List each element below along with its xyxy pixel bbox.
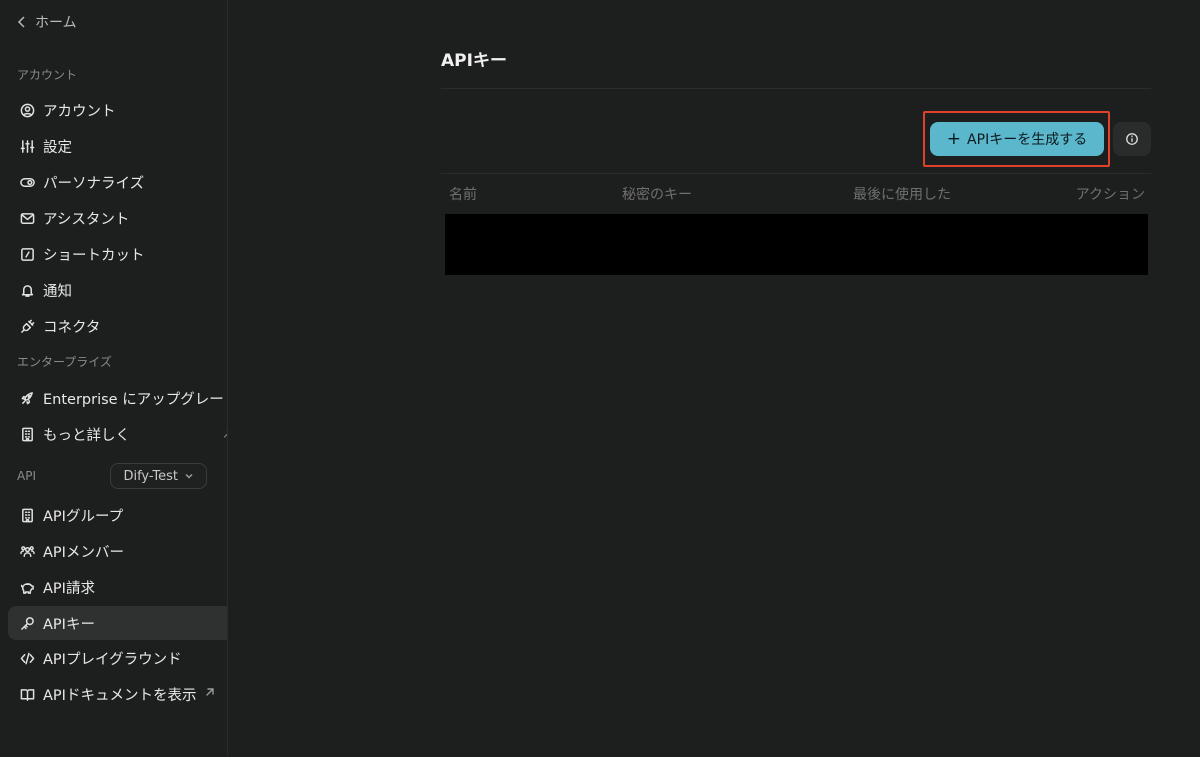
sidebar-item-upgrade-enterprise[interactable]: Enterprise にアップグレード	[8, 381, 228, 415]
sidebar-item-label: APIメンバー	[43, 544, 124, 561]
sidebar-item-api-members[interactable]: APIメンバー	[8, 534, 227, 568]
table-header: 名前 秘密のキー 最後に使用した アクション	[445, 176, 1145, 210]
sidebar-item-api-keys[interactable]: APIキー	[8, 606, 227, 640]
chevron-left-icon	[17, 16, 25, 28]
sidebar-item-label: もっと詳しく	[43, 427, 130, 444]
column-header-secret-key: 秘密のキー	[622, 187, 692, 203]
create-api-key-button[interactable]: + APIキーを生成する	[930, 122, 1104, 156]
sidebar-item-api-groups[interactable]: APIグループ	[8, 498, 227, 532]
home-label: ホーム	[35, 15, 77, 31]
sidebar-item-account[interactable]: アカウント	[8, 93, 227, 127]
sidebar-item-label: APIプレイグラウンド	[43, 651, 182, 668]
rocket-icon	[20, 391, 35, 406]
app-window: ホーム アカウント アカウント 設定 パーソナライズ アシスタント ショートカッ…	[0, 0, 1200, 757]
create-api-key-label: APIキーを生成する	[967, 132, 1088, 148]
sidebar-item-api-playground[interactable]: APIプレイグラウンド	[8, 641, 227, 675]
sidebar-item-label: ショートカット	[43, 247, 145, 264]
column-header-last-used: 最後に使用した	[853, 187, 951, 203]
toggle-icon	[20, 175, 35, 190]
mail-icon	[20, 211, 35, 226]
sidebar-item-learn-more[interactable]: もっと詳しく	[8, 417, 227, 451]
table-row-redacted	[445, 214, 1148, 275]
workspace-select-value: Dify-Test	[123, 468, 178, 484]
shortcut-icon	[20, 247, 35, 262]
sidebar-item-label: パーソナライズ	[43, 175, 145, 192]
external-link-icon	[204, 686, 216, 702]
building-icon	[20, 427, 35, 442]
sidebar: ホーム アカウント アカウント 設定 パーソナライズ アシスタント ショートカッ…	[0, 0, 228, 757]
sidebar-item-label: アシスタント	[43, 211, 130, 228]
info-icon	[1126, 133, 1138, 145]
users-icon	[20, 544, 35, 559]
sidebar-item-label: API請求	[43, 580, 95, 597]
main-content: APIキー + APIキーを生成する 名前 秘密のキー 最後に使用した アクショ…	[229, 0, 1200, 757]
external-link-icon: ↗	[222, 427, 227, 441]
sidebar-item-settings[interactable]: 設定	[8, 129, 227, 163]
column-header-actions: アクション	[1075, 187, 1145, 203]
divider	[441, 88, 1151, 89]
sidebar-item-connectors[interactable]: コネクタ	[8, 309, 227, 343]
building-icon	[20, 508, 35, 523]
bell-icon	[20, 283, 35, 298]
section-label-api: API	[17, 469, 36, 483]
sidebar-item-shortcuts[interactable]: ショートカット	[8, 237, 227, 271]
sidebar-item-label: APIグループ	[43, 508, 124, 525]
section-label-enterprise: エンタープライズ	[17, 355, 112, 369]
sidebar-item-label: APIキー	[43, 616, 95, 633]
key-icon	[20, 616, 35, 631]
sliders-icon	[20, 139, 35, 154]
page-title: APIキー	[441, 51, 507, 71]
column-header-name: 名前	[449, 187, 477, 203]
sidebar-item-label: アカウント	[43, 103, 116, 120]
sidebar-item-label: 通知	[43, 283, 72, 300]
api-section-header: API Dify-Test	[17, 463, 207, 489]
sidebar-item-notifications[interactable]: 通知	[8, 273, 227, 307]
info-button[interactable]	[1113, 122, 1151, 156]
piggy-bank-icon	[20, 580, 35, 595]
plus-icon: +	[946, 128, 962, 149]
plug-icon	[20, 319, 35, 334]
chevron-down-icon	[185, 473, 193, 479]
book-icon	[20, 687, 35, 702]
sidebar-item-personalize[interactable]: パーソナライズ	[8, 165, 227, 199]
sidebar-item-label: Enterprise にアップグレード	[43, 391, 228, 408]
home-link[interactable]: ホーム	[17, 12, 77, 32]
sidebar-item-label: 設定	[43, 139, 72, 156]
user-circle-icon	[20, 103, 35, 118]
workspace-select[interactable]: Dify-Test	[110, 463, 207, 489]
section-label-account: アカウント	[17, 68, 78, 82]
divider	[441, 173, 1151, 174]
sidebar-item-label: APIドキュメントを表示	[43, 687, 197, 704]
code-icon	[20, 651, 35, 666]
sidebar-item-api-billing[interactable]: API請求	[8, 570, 227, 604]
sidebar-item-api-docs[interactable]: APIドキュメントを表示	[8, 677, 227, 711]
sidebar-item-assistant[interactable]: アシスタント	[8, 201, 227, 235]
sidebar-item-label: コネクタ	[43, 319, 101, 336]
